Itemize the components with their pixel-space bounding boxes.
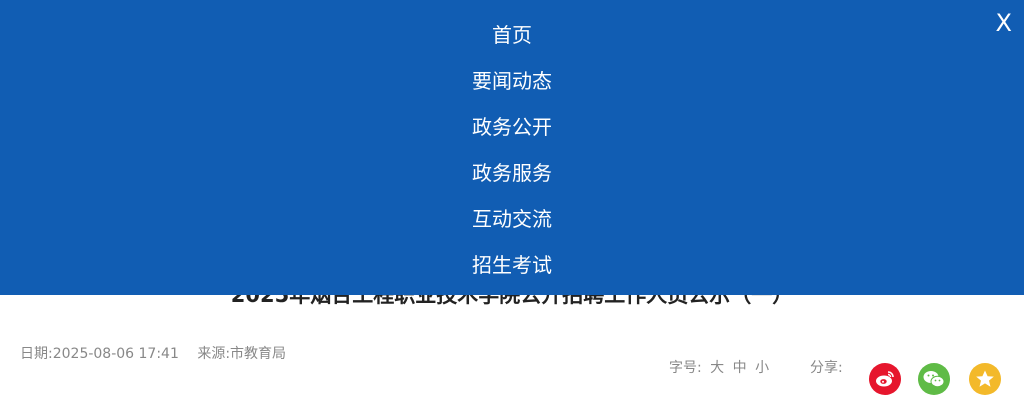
nav-menu: 首页 要闻动态 政务公开 政务服务 互动交流 招生考试	[0, 12, 1024, 288]
share-label: 分享:	[810, 360, 843, 376]
menu-item-home[interactable]: 首页	[0, 12, 1024, 58]
weibo-icon	[876, 371, 894, 387]
article-source: 来源:市教育局	[197, 346, 287, 362]
wechat-icon	[923, 371, 945, 388]
qzone-icon	[976, 370, 994, 387]
menu-item-interaction[interactable]: 互动交流	[0, 196, 1024, 242]
share-weibo-button[interactable]	[869, 363, 901, 395]
menu-item-admissions[interactable]: 招生考试	[0, 242, 1024, 288]
font-size-large[interactable]: 大	[710, 360, 724, 376]
article-date: 日期:2025-08-06 17:41	[20, 346, 179, 362]
menu-item-gov-info[interactable]: 政务公开	[0, 104, 1024, 150]
menu-item-news[interactable]: 要闻动态	[0, 58, 1024, 104]
font-size-medium[interactable]: 中	[733, 360, 747, 376]
nav-menu-overlay: X 首页 要闻动态 政务公开 政务服务 互动交流 招生考试	[0, 0, 1024, 295]
share-qzone-button[interactable]	[969, 363, 1001, 395]
font-size-control: 字号: 大 中 小	[669, 357, 769, 377]
font-size-small[interactable]: 小	[755, 360, 769, 376]
share-wechat-button[interactable]	[918, 363, 950, 395]
menu-item-gov-service[interactable]: 政务服务	[0, 150, 1024, 196]
font-size-label: 字号:	[669, 360, 702, 376]
article-meta: 日期:2025-08-06 17:41 来源:市教育局	[20, 343, 286, 363]
